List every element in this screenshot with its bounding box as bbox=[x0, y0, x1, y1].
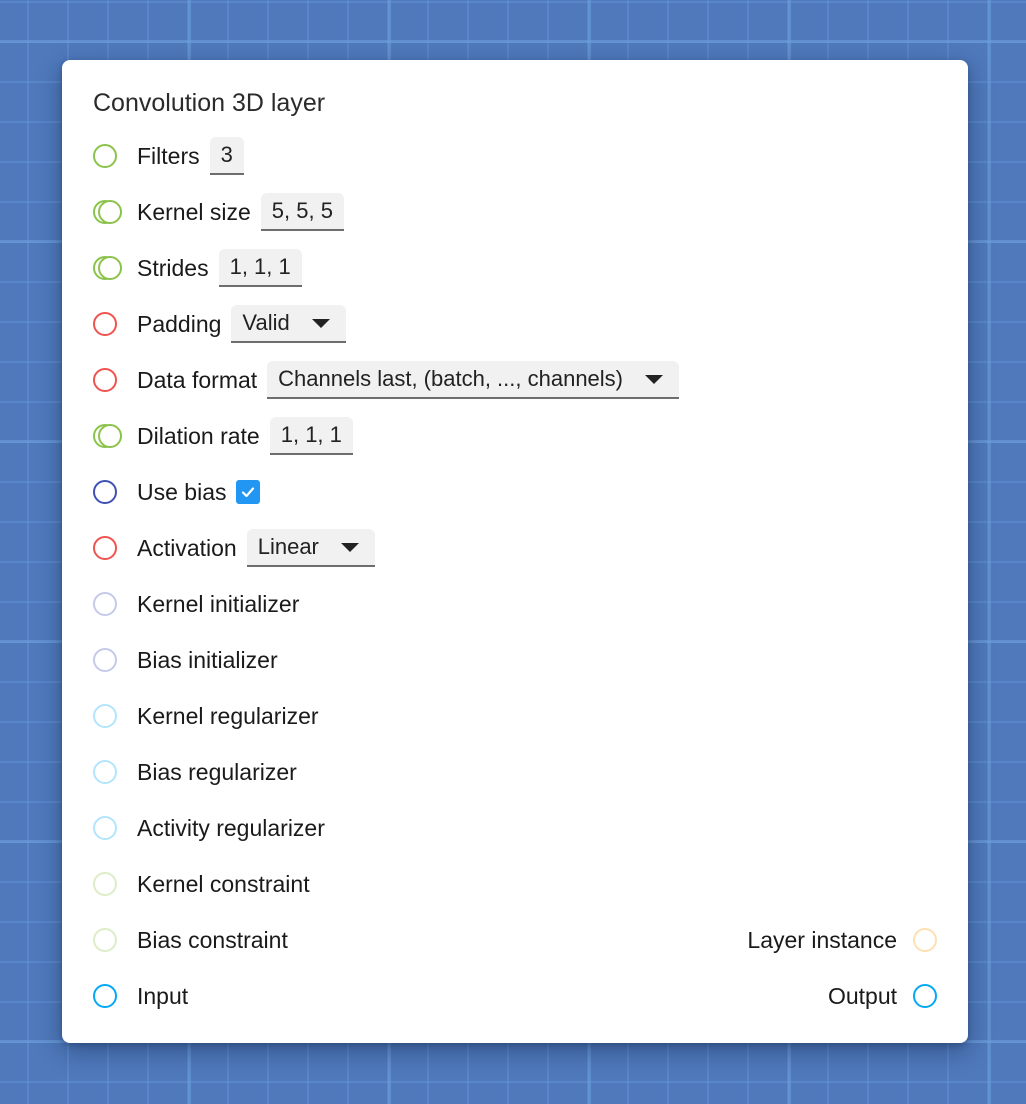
checkmark-icon bbox=[242, 487, 255, 498]
port-circle[interactable] bbox=[93, 984, 117, 1008]
param-row-activity-regularizer: Activity regularizer bbox=[62, 808, 968, 848]
double-circle-port-icon[interactable] bbox=[93, 422, 137, 450]
circle-port-icon[interactable] bbox=[93, 702, 137, 730]
data-format-select[interactable]: Channels last, (batch, ..., channels) bbox=[267, 361, 680, 399]
filters-value: 3 bbox=[220, 142, 233, 167]
param-row-data-format: Data format Channels last, (batch, ..., c… bbox=[62, 360, 968, 400]
param-row-kernel-regularizer: Kernel regularizer bbox=[62, 696, 968, 736]
param-row-filters: Filters 3 bbox=[62, 136, 968, 176]
param-row-kernel-size: Kernel size 5, 5, 5 bbox=[62, 192, 968, 232]
port-circle-secondary[interactable] bbox=[98, 256, 122, 280]
padding-selected-value: Valid bbox=[242, 310, 290, 335]
port-circle[interactable] bbox=[93, 144, 117, 168]
circle-port-icon[interactable] bbox=[93, 758, 137, 786]
strides-label: Strides bbox=[137, 254, 209, 281]
kernel-size-value: 5, 5, 5 bbox=[271, 198, 333, 223]
use-bias-label: Use bias bbox=[137, 478, 227, 505]
circle-port-icon[interactable] bbox=[93, 814, 137, 842]
input-label: Input bbox=[137, 982, 189, 1009]
circle-port-icon[interactable] bbox=[913, 984, 937, 1008]
kernel-constraint-label: Kernel constraint bbox=[137, 870, 310, 897]
activation-label: Activation bbox=[137, 534, 237, 561]
param-row-activation: Activation Linear bbox=[62, 528, 968, 568]
activation-select[interactable]: Linear bbox=[246, 529, 375, 567]
dilation-rate-value: 1, 1, 1 bbox=[280, 422, 342, 447]
filters-input[interactable]: 3 bbox=[209, 137, 244, 175]
layer-instance-label: Layer instance bbox=[747, 926, 897, 953]
double-circle-port-icon[interactable] bbox=[93, 254, 137, 282]
circle-port-icon[interactable] bbox=[93, 646, 137, 674]
circle-port-icon[interactable] bbox=[93, 870, 137, 898]
circle-port-icon[interactable] bbox=[93, 142, 137, 170]
circle-port-icon[interactable] bbox=[93, 982, 137, 1010]
circle-port-icon[interactable] bbox=[93, 478, 137, 506]
caret-down-icon[interactable] bbox=[340, 542, 359, 552]
port-circle[interactable] bbox=[93, 480, 117, 504]
param-row-bias-regularizer: Bias regularizer bbox=[62, 752, 968, 792]
param-row-kernel-initializer: Kernel initializer bbox=[62, 584, 968, 624]
param-row-use-bias: Use bias bbox=[62, 472, 968, 512]
kernel-size-label: Kernel size bbox=[137, 198, 251, 225]
param-row-dilation-rate: Dilation rate 1, 1, 1 bbox=[62, 416, 968, 456]
kernel-initializer-label: Kernel initializer bbox=[137, 590, 300, 617]
dilation-rate-label: Dilation rate bbox=[137, 422, 260, 449]
port-circle[interactable] bbox=[93, 816, 117, 840]
activation-selected-value: Linear bbox=[257, 534, 319, 559]
data-format-label: Data format bbox=[137, 366, 258, 393]
layer-node-card[interactable]: Convolution 3D layer Filters 3 Kernel size… bbox=[62, 60, 968, 1043]
circle-port-icon[interactable] bbox=[93, 310, 137, 338]
node-title: Convolution 3D layer bbox=[93, 89, 326, 117]
strides-value: 1, 1, 1 bbox=[229, 254, 291, 279]
port-circle[interactable] bbox=[93, 592, 117, 616]
port-circle[interactable] bbox=[93, 872, 117, 896]
param-row-kernel-constraint: Kernel constraint bbox=[62, 864, 968, 904]
output-row-output: Output bbox=[828, 976, 937, 1016]
dilation-rate-input[interactable]: 1, 1, 1 bbox=[269, 417, 353, 455]
port-circle[interactable] bbox=[93, 312, 117, 336]
port-circle[interactable] bbox=[93, 760, 117, 784]
padding-select[interactable]: Valid bbox=[231, 305, 346, 343]
double-circle-port-icon[interactable] bbox=[93, 198, 137, 226]
port-circle[interactable] bbox=[93, 648, 117, 672]
bias-constraint-label: Bias constraint bbox=[137, 926, 288, 953]
circle-port-icon[interactable] bbox=[93, 590, 137, 618]
port-circle[interactable] bbox=[93, 536, 117, 560]
kernel-size-input[interactable]: 5, 5, 5 bbox=[260, 193, 344, 231]
circle-port-icon[interactable] bbox=[93, 366, 137, 394]
strides-input[interactable]: 1, 1, 1 bbox=[218, 249, 302, 287]
filters-label: Filters bbox=[137, 142, 200, 169]
padding-label: Padding bbox=[137, 310, 222, 337]
bias-regularizer-label: Bias regularizer bbox=[137, 758, 297, 785]
port-circle-secondary[interactable] bbox=[98, 424, 122, 448]
kernel-regularizer-label: Kernel regularizer bbox=[137, 702, 319, 729]
port-circle[interactable] bbox=[93, 928, 117, 952]
port-circle-secondary[interactable] bbox=[98, 200, 122, 224]
output-row-layer-instance: Layer instance bbox=[747, 920, 937, 960]
bias-initializer-label: Bias initializer bbox=[137, 646, 278, 673]
circle-port-icon[interactable] bbox=[93, 534, 137, 562]
param-row-strides: Strides 1, 1, 1 bbox=[62, 248, 968, 288]
param-row-bias-initializer: Bias initializer bbox=[62, 640, 968, 680]
activity-regularizer-label: Activity regularizer bbox=[137, 814, 325, 841]
data-format-selected-value: Channels last, (batch, ..., channels) bbox=[278, 366, 624, 391]
port-circle[interactable] bbox=[93, 368, 117, 392]
caret-down-icon[interactable] bbox=[645, 374, 664, 384]
use-bias-checkbox[interactable] bbox=[236, 480, 261, 504]
circle-port-icon[interactable] bbox=[93, 926, 137, 954]
caret-down-icon[interactable] bbox=[311, 318, 330, 328]
circle-port-icon[interactable] bbox=[913, 928, 937, 952]
param-row-padding: Padding Valid bbox=[62, 304, 968, 344]
port-circle[interactable] bbox=[93, 704, 117, 728]
output-label: Output bbox=[827, 982, 897, 1009]
